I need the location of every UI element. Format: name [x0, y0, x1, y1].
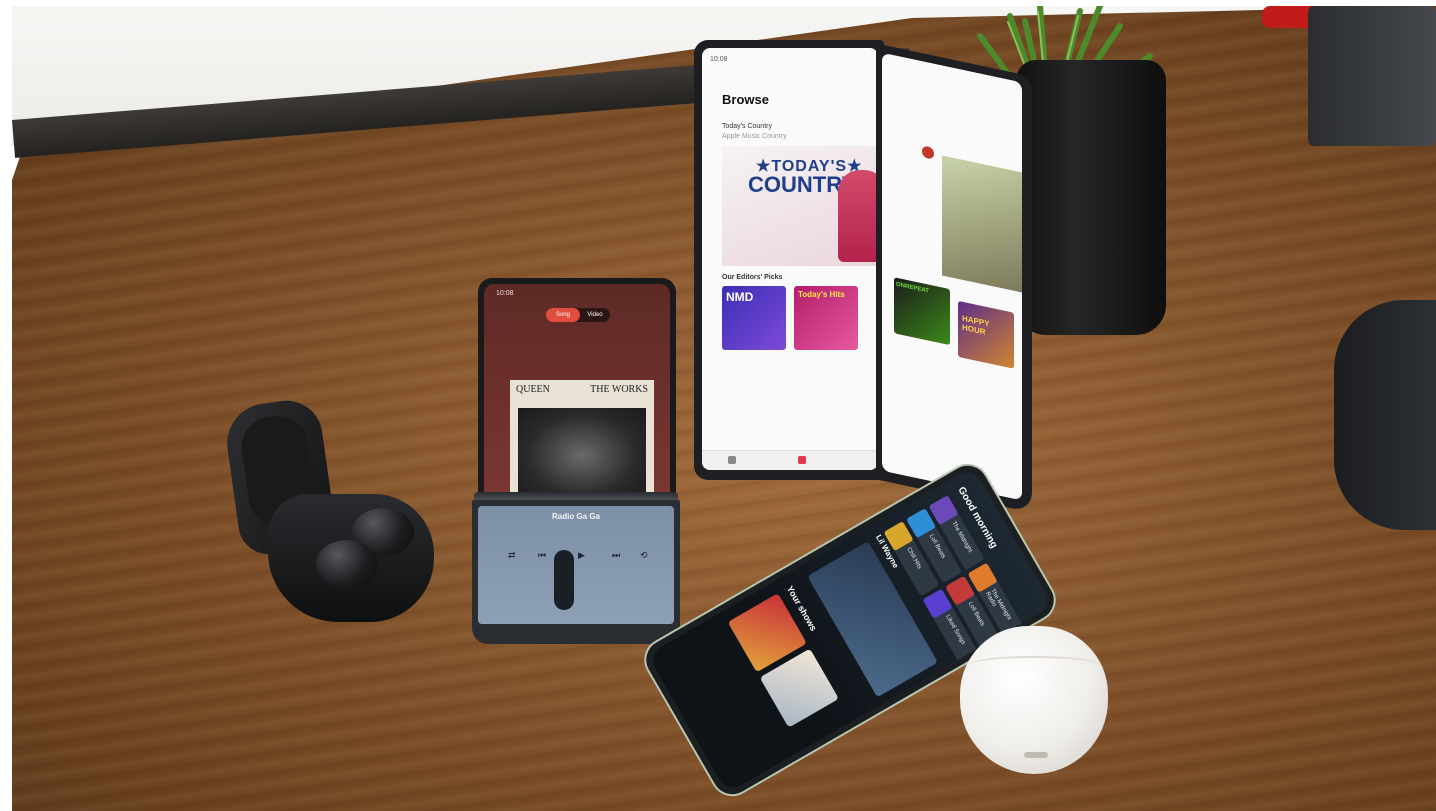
track-title: Radio Ga Ga	[551, 512, 600, 521]
fold-screen-left: 10:08 Browse Today's Country Apple Music…	[702, 48, 878, 470]
profile-avatar[interactable]	[922, 145, 934, 160]
case-seam	[968, 656, 1100, 674]
album-title-text: THE WORKS	[590, 384, 648, 395]
card-label: Lofi Beats	[966, 601, 986, 628]
fold-tab-bar	[702, 450, 878, 470]
todays-country-banner[interactable]: ★TODAY'S★ COUNTRY	[722, 146, 878, 266]
tile-label: Today's Hits	[798, 290, 845, 299]
card-label: Lofi Beats	[927, 533, 947, 560]
playlist-tile-onrepeat[interactable]: ONREPEAT	[894, 277, 950, 346]
playlist-tile-happy-hour[interactable]: HAPPY HOUR	[958, 300, 1014, 369]
fold-screen-right: ONREPEAT HAPPY HOUR	[882, 52, 1022, 501]
reflection-shadow	[554, 550, 574, 610]
playlist-tile-todays-hits[interactable]: Today's Hits	[794, 286, 858, 350]
flip-controls-screen: Radio Ga Ga ⇄ ⏮ ▶ ⏭ ⟲	[478, 506, 674, 624]
photo-scene: 10:08 Browse Today's Country Apple Music…	[0, 0, 1436, 811]
flip-status-time: 10:08	[496, 290, 514, 297]
song-video-toggle[interactable]: Song Video	[546, 308, 610, 322]
galaxy-buds-case	[222, 396, 434, 624]
editors-picks-label: Our Editors' Picks	[722, 274, 783, 281]
card-label: Chill Hits	[905, 546, 923, 571]
usb-c-port	[1024, 752, 1048, 758]
galaxy-s-phone: Good morning The Midnight The Midnight R…	[636, 455, 1064, 805]
desk-lamp-top	[1308, 6, 1436, 146]
side-playlist-art[interactable]	[942, 155, 1022, 293]
flip-music-screen: 10:08 Song Video QUEEN THE WORKS	[484, 284, 670, 496]
card-label: Liked Songs	[944, 614, 966, 646]
playlist-tile-nmd[interactable]: NMD	[722, 286, 786, 350]
play-icon[interactable]: ▶	[578, 550, 585, 561]
fold-status-time: 10:08	[710, 56, 728, 63]
tile-label: ONREPEAT	[896, 281, 929, 295]
flip-bottom-half: Radio Ga Ga ⇄ ⏮ ▶ ⏭ ⟲	[472, 500, 680, 644]
feature-sub: Apple Music Country	[722, 133, 787, 140]
repeat-icon[interactable]: ⟲	[640, 550, 648, 561]
previous-icon[interactable]: ⏮	[538, 550, 546, 561]
listen-now-tab-icon[interactable]	[728, 456, 736, 464]
galaxy-flip-phone: 10:08 Song Video QUEEN THE WORKS Radio G…	[472, 278, 680, 644]
feature-label: Today's Country	[722, 123, 772, 130]
pixel-buds-case	[960, 626, 1108, 774]
banner-singer-image	[838, 170, 878, 262]
band-photo	[518, 408, 646, 494]
browse-tab-icon[interactable]	[798, 456, 806, 464]
fold-right-panel: ONREPEAT HAPPY HOUR	[876, 43, 1032, 513]
plant-pot	[1016, 60, 1166, 335]
album-artist-text: QUEEN	[516, 384, 550, 395]
card-label: The Midnight	[950, 520, 973, 554]
tile-label: NMD	[726, 290, 754, 304]
browse-title: Browse	[722, 92, 769, 107]
song-toggle[interactable]: Song	[546, 308, 580, 322]
video-toggle[interactable]: Video	[580, 308, 610, 322]
fold-left-panel: 10:08 Browse Today's Country Apple Music…	[694, 40, 884, 480]
earbud-left	[316, 540, 378, 588]
next-icon[interactable]: ⏭	[612, 550, 620, 561]
galaxy-fold-phone: 10:08 Browse Today's Country Apple Music…	[694, 40, 1034, 513]
tile-label: HAPPY HOUR	[962, 313, 990, 337]
desk-lamp-base	[1334, 300, 1436, 530]
shuffle-icon[interactable]: ⇄	[508, 550, 516, 561]
album-art: QUEEN THE WORKS	[510, 380, 654, 496]
flip-top-half: 10:08 Song Video QUEEN THE WORKS	[478, 278, 676, 496]
